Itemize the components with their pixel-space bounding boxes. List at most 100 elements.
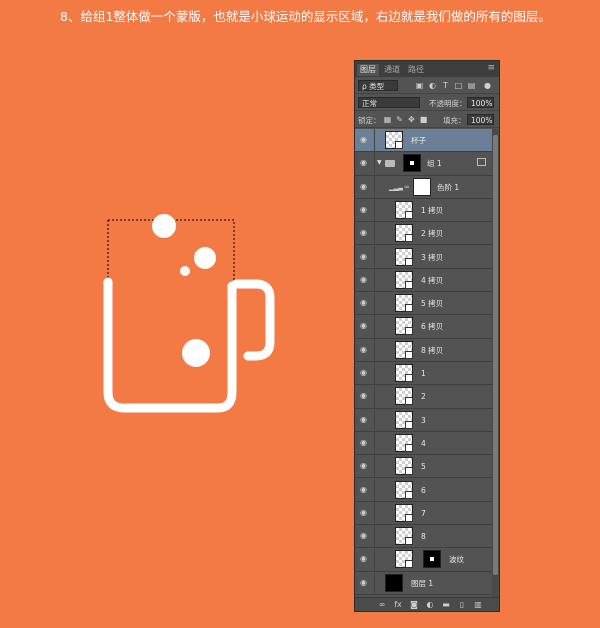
visibility-eye-icon[interactable]: ◉ bbox=[360, 275, 370, 284]
visibility-eye-icon[interactable]: ◉ bbox=[360, 578, 370, 587]
visibility-eye-icon[interactable]: ◉ bbox=[360, 508, 370, 517]
layer-row[interactable]: ◉ 2 拷贝 bbox=[355, 222, 492, 246]
layer-name[interactable]: 色阶 1 bbox=[437, 182, 459, 193]
layer-thumbnail[interactable] bbox=[395, 480, 413, 499]
visibility-eye-icon[interactable]: ◉ bbox=[360, 182, 370, 191]
visibility-eye-icon[interactable]: ◉ bbox=[360, 555, 370, 563]
layers-scrollbar[interactable] bbox=[492, 129, 499, 601]
visibility-eye-icon[interactable]: ◉ bbox=[360, 299, 370, 307]
layer-thumbnail[interactable] bbox=[385, 131, 403, 149]
chain-link-icon[interactable]: ∞ bbox=[404, 183, 410, 191]
new-layer-icon[interactable]: ▯ bbox=[457, 600, 467, 610]
layer-name[interactable]: 组 1 bbox=[427, 158, 442, 169]
visibility-eye-icon[interactable]: ◉ bbox=[360, 345, 370, 354]
layer-name[interactable]: 7 bbox=[421, 508, 426, 519]
layer-row[interactable]: ◉ 波纹 bbox=[355, 548, 492, 572]
layer-row[interactable]: ◉ 4 拷贝 bbox=[355, 268, 492, 293]
scrollbar-thumb[interactable] bbox=[493, 135, 498, 575]
layer-thumbnail[interactable] bbox=[395, 340, 413, 359]
panel-menu-icon[interactable]: ≡ bbox=[487, 63, 495, 73]
layer-name[interactable]: 3 拷贝 bbox=[421, 252, 443, 263]
visibility-eye-icon[interactable]: ◉ bbox=[360, 415, 370, 424]
layer-name[interactable]: 6 拷贝 bbox=[421, 321, 443, 332]
layer-name[interactable]: 8 bbox=[421, 531, 426, 542]
trash-icon[interactable]: ▥ bbox=[473, 600, 483, 610]
layer-row[interactable]: ◉ 8 bbox=[355, 525, 492, 549]
layer-row[interactable]: ◉ 6 bbox=[355, 478, 492, 502]
layer-mask-thumbnail[interactable] bbox=[403, 154, 421, 173]
visibility-eye-icon[interactable]: ◉ bbox=[360, 438, 370, 447]
visibility-eye-icon[interactable]: ◉ bbox=[360, 322, 370, 330]
new-group-icon[interactable]: ▬ bbox=[441, 600, 451, 610]
layer-thumbnail[interactable] bbox=[395, 247, 413, 266]
layer-thumbnail[interactable] bbox=[395, 457, 413, 476]
layer-name[interactable]: 5 bbox=[421, 461, 426, 472]
layer-name[interactable]: 1 bbox=[421, 368, 426, 379]
visibility-eye-icon[interactable]: ◉ bbox=[360, 229, 370, 237]
layer-row[interactable]: ◉ ▼ 组 1 bbox=[355, 152, 492, 176]
filter-pixel-icon[interactable]: ▣ bbox=[415, 81, 424, 90]
visibility-eye-icon[interactable]: ◉ bbox=[360, 532, 370, 540]
visibility-eye-icon[interactable]: ◉ bbox=[360, 205, 370, 214]
layer-mask-thumbnail[interactable] bbox=[423, 550, 441, 569]
visibility-eye-icon[interactable]: ◉ bbox=[360, 462, 370, 470]
layer-thumbnail[interactable] bbox=[395, 387, 413, 406]
layer-row[interactable]: ◉ 1 拷贝 bbox=[355, 198, 492, 223]
opacity-field[interactable]: 100% bbox=[467, 97, 494, 108]
visibility-eye-icon[interactable]: ◉ bbox=[360, 136, 370, 144]
layer-name[interactable]: 图层 1 bbox=[411, 578, 433, 589]
filter-adjustment-icon[interactable]: ◐ bbox=[428, 81, 437, 90]
layer-row[interactable]: ◉ ▁▂▃ ∞ 色阶 1 bbox=[355, 175, 492, 199]
lock-paint-icon[interactable]: ✎ bbox=[395, 115, 404, 124]
layer-thumbnail[interactable] bbox=[385, 573, 403, 592]
fx-icon[interactable]: fx bbox=[393, 600, 403, 610]
filter-type-icon[interactable]: T bbox=[441, 81, 450, 90]
tab-channels[interactable]: 通道 bbox=[381, 64, 403, 76]
layer-name[interactable]: 1 拷贝 bbox=[421, 205, 443, 216]
layer-thumbnail[interactable] bbox=[395, 200, 413, 219]
layer-row[interactable]: ◉ 5 bbox=[355, 455, 492, 479]
layer-thumbnail[interactable] bbox=[395, 294, 413, 313]
layer-row[interactable]: ◉ 8 拷贝 bbox=[355, 338, 492, 362]
visibility-eye-icon[interactable]: ◉ bbox=[360, 159, 370, 167]
layer-row[interactable]: ◉ 3 bbox=[355, 408, 492, 432]
layer-thumbnail[interactable] bbox=[395, 410, 413, 429]
link-icon[interactable]: ∞ bbox=[377, 600, 387, 610]
layer-thumbnail[interactable] bbox=[395, 270, 413, 289]
layer-thumbnail[interactable] bbox=[395, 317, 413, 336]
layer-thumbnail[interactable] bbox=[395, 224, 413, 243]
tab-paths[interactable]: 路径 bbox=[405, 64, 427, 76]
layer-name[interactable]: 5 拷贝 bbox=[421, 298, 443, 309]
layer-thumbnail[interactable] bbox=[395, 433, 413, 452]
blend-mode-select[interactable]: 正常 bbox=[358, 97, 420, 108]
layer-row[interactable]: ◉ 5 拷贝 bbox=[355, 292, 492, 316]
layer-row[interactable]: ◉ 1 bbox=[355, 362, 492, 386]
add-mask-icon[interactable]: ◙ bbox=[409, 600, 419, 610]
layer-row[interactable]: ◉ 4 bbox=[355, 431, 492, 456]
layer-thumbnail[interactable] bbox=[395, 527, 413, 546]
layer-thumbnail[interactable] bbox=[395, 503, 413, 522]
visibility-eye-icon[interactable]: ◉ bbox=[360, 252, 370, 261]
filter-kind-select[interactable]: ρ 类型 bbox=[358, 80, 398, 91]
filter-smart-icon[interactable]: ▤ bbox=[467, 81, 476, 90]
layer-row[interactable]: ◉ 杯子 bbox=[355, 129, 492, 153]
layer-row[interactable]: ◉ 3 拷贝 bbox=[355, 245, 492, 269]
layer-name[interactable]: 4 bbox=[421, 438, 426, 449]
expand-arrow-icon[interactable]: ▼ bbox=[377, 159, 382, 166]
fill-field[interactable]: 100% bbox=[467, 114, 494, 125]
lock-all-icon[interactable]: ■ bbox=[419, 115, 428, 124]
lock-move-icon[interactable]: ✥ bbox=[407, 115, 416, 124]
lock-transparent-icon[interactable]: ▦ bbox=[383, 115, 392, 124]
layer-row[interactable]: ◉ 6 拷贝 bbox=[355, 315, 492, 339]
adjustment-icon[interactable]: ◐ bbox=[425, 600, 435, 610]
layer-thumbnail[interactable] bbox=[395, 364, 413, 382]
visibility-eye-icon[interactable]: ◉ bbox=[360, 485, 370, 494]
layer-row[interactable]: ◉ 2 bbox=[355, 385, 492, 409]
visibility-eye-icon[interactable]: ◉ bbox=[360, 369, 370, 377]
layer-name[interactable]: 3 bbox=[421, 415, 426, 426]
layer-name[interactable]: 波纹 bbox=[449, 554, 464, 565]
layer-name[interactable]: 8 拷贝 bbox=[421, 345, 443, 356]
layer-name[interactable]: 2 bbox=[421, 391, 426, 402]
layer-row[interactable]: ◉ 7 bbox=[355, 501, 492, 526]
visibility-eye-icon[interactable]: ◉ bbox=[360, 392, 370, 400]
